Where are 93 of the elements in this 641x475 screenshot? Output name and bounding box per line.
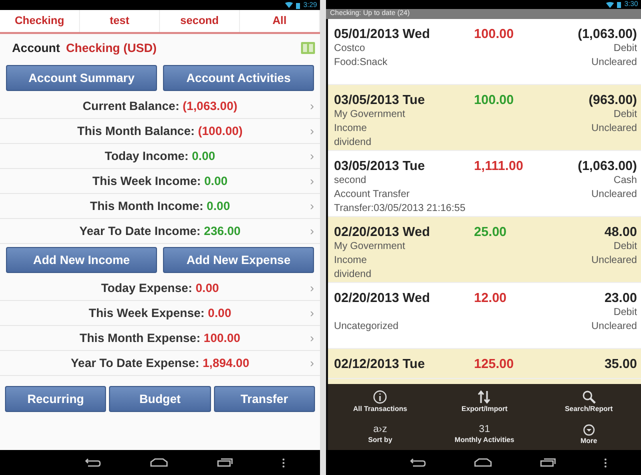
transaction-date: 03/05/2013 Tue — [334, 157, 426, 174]
transaction-row[interactable]: 03/05/2013 Tue 1,111.00 (1,063.00) second Account Transfer Transfer:03/05/2013 21:16:55 Cash Uncleared — [328, 151, 641, 217]
chevron-icon: › — [310, 281, 314, 295]
transaction-status: Uncleared — [591, 188, 637, 202]
transaction-amount: 125.00 — [474, 355, 514, 372]
transaction-status: Debit — [614, 306, 637, 320]
transaction-date: 03/05/2013 Tue — [334, 91, 426, 108]
summary-row[interactable]: Current Balance: (1,063.00) — [82, 99, 238, 113]
wifi-icon — [285, 2, 294, 8]
transaction-detail: dividend — [334, 268, 372, 282]
more-icon — [582, 424, 595, 436]
transaction-detail: dividend — [334, 136, 372, 150]
transaction-status: Debit — [614, 240, 637, 254]
transaction-balance: (963.00) — [588, 91, 637, 108]
transaction-row[interactable]: 02/20/2013 Wed 12.00 23.00 Uncategorized Debit Uncleared — [328, 283, 641, 349]
transaction-detail: Costco — [334, 42, 366, 56]
summary-row[interactable]: Year To Date Expense: 1,894.00 — [70, 356, 250, 370]
transaction-balance: 48.00 — [604, 223, 637, 240]
nav-button[interactable]: Account Activities — [163, 65, 314, 91]
back-icon[interactable] — [84, 458, 101, 467]
transaction-amount: 25.00 — [474, 223, 507, 240]
chevron-icon: › — [310, 99, 314, 113]
summary-row[interactable]: This Month Expense: 100.00 — [80, 331, 240, 345]
account-tab[interactable]: test — [80, 10, 160, 32]
chevron-icon: › — [310, 174, 314, 188]
info-icon — [373, 390, 388, 404]
transaction-detail: Food:Snack — [334, 56, 388, 70]
transaction-amount: 100.00 — [474, 25, 514, 42]
nav-button[interactable]: Account Summary — [6, 65, 157, 91]
wifi-icon — [606, 2, 614, 8]
transaction-balance: 23.00 — [604, 289, 637, 306]
transaction-detail: second — [334, 174, 366, 188]
summary-row[interactable]: Today Expense: 0.00 — [101, 281, 219, 295]
transaction-detail: Transfer:03/05/2013 21:16:55 — [334, 202, 466, 216]
transaction-status: Uncleared — [591, 320, 637, 334]
transaction-amount: 12.00 — [474, 289, 507, 306]
recent-apps-icon[interactable] — [217, 458, 234, 467]
summary-row[interactable]: This Month Balance: (100.00) — [77, 124, 243, 138]
overflow-icon[interactable] — [604, 458, 607, 468]
transaction-status: Uncleared — [591, 56, 637, 70]
transaction-balance: (1,063.00) — [578, 25, 637, 42]
summary-row[interactable]: This Month Income: 0.00 — [90, 199, 230, 213]
chevron-icon: › — [310, 356, 314, 370]
menu-glyph: 31 — [478, 424, 490, 435]
transaction-date: 02/20/2013 Wed — [334, 223, 431, 240]
chevron-icon: › — [310, 331, 314, 345]
action-button[interactable]: Budget — [109, 386, 211, 412]
transaction-date: 02/12/2013 Tue — [334, 355, 426, 372]
overflow-icon[interactable] — [282, 458, 286, 468]
chevron-icon: › — [310, 124, 314, 138]
home-icon[interactable] — [150, 458, 168, 467]
transaction-detail: Income — [334, 122, 367, 136]
account-tab[interactable]: second — [160, 10, 240, 32]
transaction-detail: My Government — [334, 108, 406, 122]
transaction-amount: 100.00 — [474, 91, 514, 108]
transaction-balance: 35.00 — [604, 355, 637, 372]
up-down-arrows-icon — [477, 390, 492, 404]
action-button[interactable]: Transfer — [214, 386, 315, 412]
home-icon[interactable] — [474, 458, 492, 467]
battery-icon — [617, 1, 622, 8]
summary-row[interactable]: This Week Income: 0.00 — [92, 174, 228, 188]
account-label: Account — [12, 41, 60, 55]
menu-glyph: a›z — [373, 424, 388, 435]
transaction-detail: Uncategorized — [334, 320, 398, 334]
transaction-detail: My Government — [334, 240, 406, 254]
summary-row[interactable]: Today Income: 0.00 — [104, 149, 216, 163]
account-name: Checking (USD) — [66, 41, 157, 55]
chevron-icon: › — [310, 224, 314, 238]
transaction-status: Uncleared — [591, 254, 637, 268]
transaction-detail: Account Transfer — [334, 188, 410, 202]
transaction-detail: Income — [334, 254, 367, 268]
search-icon — [582, 390, 596, 404]
chevron-icon: › — [310, 306, 314, 320]
transaction-status: Debit — [614, 42, 637, 56]
chevron-icon: › — [310, 199, 314, 213]
add-button[interactable]: Add New Income — [6, 247, 157, 273]
recent-apps-icon[interactable] — [540, 458, 556, 467]
add-button[interactable]: Add New Expense — [163, 247, 314, 273]
transaction-amount: 1,111.00 — [474, 157, 524, 174]
transaction-date: 05/01/2013 Wed — [334, 25, 431, 42]
summary-row[interactable]: This Week Expense: 0.00 — [88, 306, 232, 320]
transaction-date: 02/20/2013 Wed — [334, 289, 431, 306]
summary-row[interactable]: Year To Date Income: 236.00 — [79, 224, 241, 238]
transaction-status: Uncleared — [591, 122, 637, 136]
back-icon[interactable] — [410, 458, 426, 467]
action-button[interactable]: Recurring — [5, 386, 106, 412]
battery-icon — [296, 2, 300, 8]
transaction-balance: (1,063.00) — [578, 157, 637, 174]
transaction-row[interactable]: 05/01/2013 Wed 100.00 (1,063.00) Costco Food:Snack Debit Uncleared — [328, 19, 641, 85]
account-tab[interactable]: Checking — [0, 10, 80, 32]
transaction-status: Cash — [614, 174, 637, 188]
chevron-icon: › — [310, 149, 314, 163]
transaction-status: Debit — [614, 108, 637, 122]
